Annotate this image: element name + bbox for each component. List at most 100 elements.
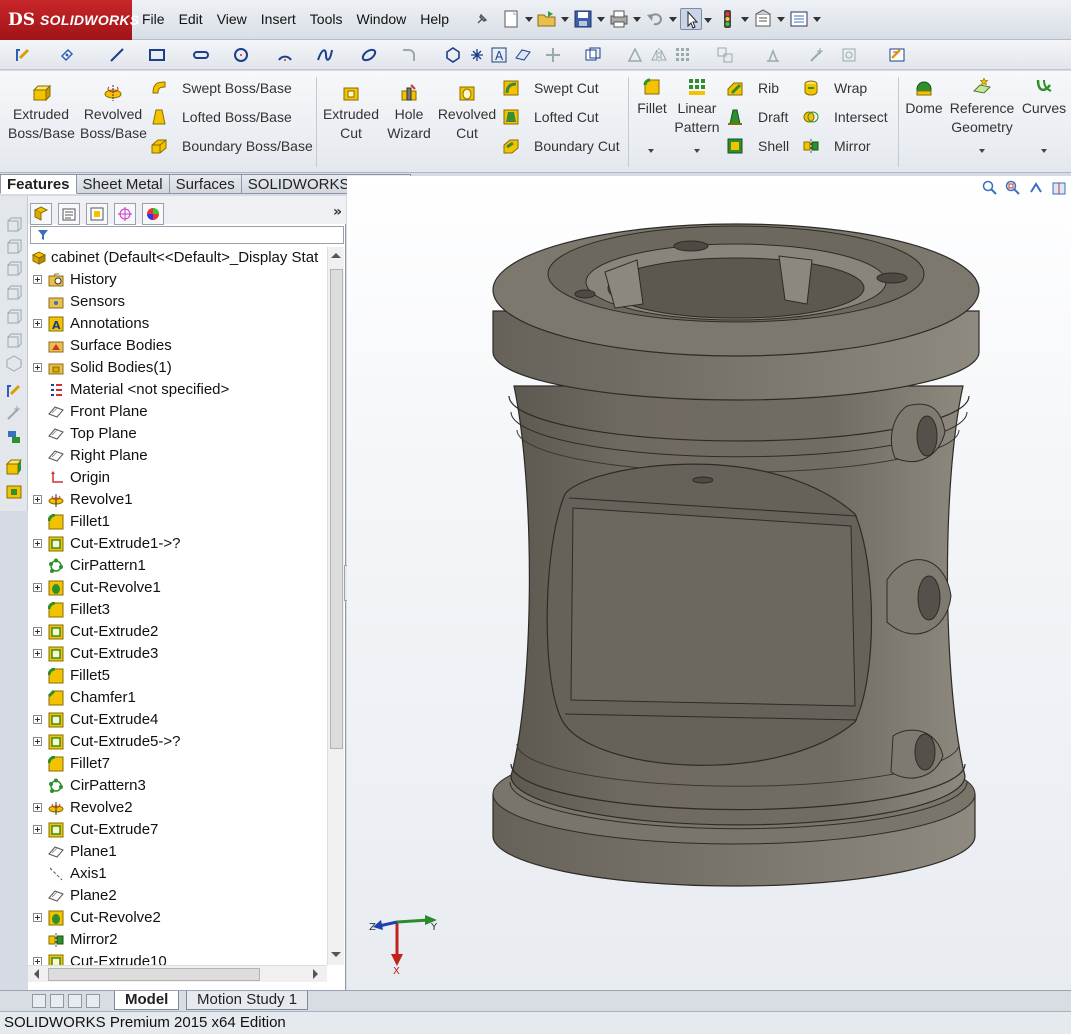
rebuild-quick-icon[interactable] (5, 428, 23, 446)
tree-node-chamfer1[interactable]: Chamfer1 (28, 687, 327, 709)
tree-node-cut-extrude1[interactable]: Cut-Extrude1->? (28, 533, 327, 555)
convert-entities-icon[interactable] (584, 46, 602, 64)
shell-button[interactable]: Shell (726, 137, 789, 155)
view-back-icon[interactable] (5, 238, 23, 256)
new-document-icon[interactable] (500, 8, 533, 30)
tree-vertical-scrollbar[interactable] (327, 247, 344, 965)
expand-plus-icon[interactable] (33, 583, 42, 592)
tab-features[interactable]: Features (0, 174, 77, 194)
view-left-icon[interactable] (5, 260, 23, 278)
display-delete-relations-icon[interactable] (764, 46, 782, 64)
swept-boss-button[interactable]: Swept Boss/Base (150, 79, 292, 97)
menu-tools[interactable]: Tools (310, 11, 343, 27)
tab-model[interactable]: Model (114, 991, 180, 1010)
previous-tab-button[interactable] (50, 994, 64, 1008)
tree-node-history[interactable]: History (28, 269, 327, 291)
save-icon[interactable] (572, 8, 605, 30)
options-icon[interactable] (788, 8, 821, 30)
tab-sheet-metal[interactable]: Sheet Metal (76, 174, 170, 194)
move-entities-icon[interactable] (716, 46, 734, 64)
tree-node-cut-extrude7[interactable]: Cut-Extrude7 (28, 819, 327, 841)
rib-button[interactable]: Rib (726, 79, 779, 97)
expand-plus-icon[interactable] (33, 627, 42, 636)
linear-pattern-dropdown-caret[interactable] (694, 149, 700, 153)
tab-surfaces[interactable]: Surfaces (169, 174, 242, 194)
line-icon[interactable] (108, 46, 126, 64)
tree-node-fillet1[interactable]: Fillet1 (28, 511, 327, 533)
reference-geometry-dropdown-caret[interactable] (979, 149, 985, 153)
expand-plus-icon[interactable] (33, 913, 42, 922)
file-properties-icon[interactable] (752, 8, 785, 30)
scroll-left-arrow-icon[interactable] (32, 968, 40, 980)
spline-icon[interactable] (316, 46, 334, 64)
cabinet-3d-model[interactable] (347, 176, 1071, 990)
boundary-boss-button[interactable]: Boundary Boss/Base (150, 137, 313, 155)
view-bottom-icon[interactable] (5, 332, 23, 350)
tree-node-cirpattern1[interactable]: CirPattern1 (28, 555, 327, 577)
draft-button[interactable]: Draft (726, 108, 788, 126)
menu-edit[interactable]: Edit (179, 11, 203, 27)
curves-button[interactable]: Curves (1018, 77, 1070, 118)
fillet-dropdown-caret[interactable] (648, 149, 654, 153)
menu-file[interactable]: File (142, 11, 165, 27)
tab-motion-study-1[interactable]: Motion Study 1 (186, 991, 309, 1010)
expand-plus-icon[interactable] (33, 275, 42, 284)
tree-node-revolve2[interactable]: Revolve2 (28, 797, 327, 819)
displaymanager-tab[interactable] (142, 203, 164, 225)
expand-plus-icon[interactable] (33, 715, 42, 724)
plane-sketch-icon[interactable] (514, 46, 532, 64)
expand-plus-icon[interactable] (33, 649, 42, 658)
select-arrow-icon[interactable] (680, 8, 712, 30)
vertical-scroll-thumb[interactable] (330, 269, 343, 749)
first-tab-button[interactable] (32, 994, 46, 1008)
boundary-cut-button[interactable]: Boundary Cut (502, 137, 620, 155)
menu-help[interactable]: Help (420, 11, 449, 27)
extruded-cut-button[interactable]: Extruded Cut (320, 83, 382, 143)
dimxpertmanager-tab[interactable] (114, 203, 136, 225)
featuremanager-tree-tab[interactable] (30, 203, 52, 225)
repair-sketch-icon[interactable] (808, 46, 826, 64)
tree-node-cut-extrude5[interactable]: Cut-Extrude5->? (28, 731, 327, 753)
tree-node-axis1[interactable]: Axis1 (28, 863, 327, 885)
view-top-icon[interactable] (5, 308, 23, 326)
view-front-icon[interactable] (5, 216, 23, 234)
open-folder-icon[interactable] (536, 8, 569, 30)
menu-insert[interactable]: Insert (261, 11, 296, 27)
tree-node-material-not-specified[interactable]: Material <not specified> (28, 379, 327, 401)
linear-sketch-pattern-icon[interactable] (674, 46, 692, 64)
lofted-boss-button[interactable]: Lofted Boss/Base (150, 108, 292, 126)
expand-plus-icon[interactable] (33, 363, 42, 372)
smart-dimension-icon[interactable] (58, 46, 76, 64)
configurationmanager-tab[interactable] (86, 203, 108, 225)
tree-node-origin[interactable]: Origin (28, 467, 327, 489)
tree-node-cut-revolve1[interactable]: Cut-Revolve1 (28, 577, 327, 599)
arc-icon[interactable] (276, 46, 294, 64)
tree-node-cirpattern3[interactable]: CirPattern3 (28, 775, 327, 797)
dimension-quick-icon[interactable] (5, 404, 23, 422)
text-icon[interactable]: A (490, 46, 508, 64)
revolved-cut-button[interactable]: Revolved Cut (436, 83, 498, 143)
menu-window[interactable]: Window (356, 11, 406, 27)
expand-plus-icon[interactable] (33, 495, 42, 504)
reference-geometry-button[interactable]: Reference Geometry (948, 77, 1016, 137)
circle-icon[interactable] (232, 46, 250, 64)
trim-entities-icon[interactable] (544, 46, 562, 64)
intersect-button[interactable]: Intersect (802, 108, 888, 126)
extruded-boss-quick-icon[interactable] (5, 458, 23, 476)
tree-node-fillet5[interactable]: Fillet5 (28, 665, 327, 687)
tree-node-cut-extrude4[interactable]: Cut-Extrude4 (28, 709, 327, 731)
undo-icon[interactable] (644, 8, 677, 30)
mirror-entities-icon[interactable] (650, 46, 668, 64)
tree-node-fillet3[interactable]: Fillet3 (28, 599, 327, 621)
wrap-button[interactable]: Wrap (802, 79, 867, 97)
expand-plus-icon[interactable] (33, 803, 42, 812)
offset-entities-icon[interactable] (626, 46, 644, 64)
tree-node-cut-extrude2[interactable]: Cut-Extrude2 (28, 621, 327, 643)
tree-node-surface-bodies[interactable]: Surface Bodies (28, 335, 327, 357)
propertymanager-tab[interactable] (58, 203, 80, 225)
last-tab-button[interactable] (86, 994, 100, 1008)
dome-button[interactable]: Dome (902, 77, 946, 118)
scroll-down-arrow-icon[interactable] (330, 951, 342, 959)
tree-node-cut-extrude3[interactable]: Cut-Extrude3 (28, 643, 327, 665)
tree-node-revolve1[interactable]: Revolve1 (28, 489, 327, 511)
